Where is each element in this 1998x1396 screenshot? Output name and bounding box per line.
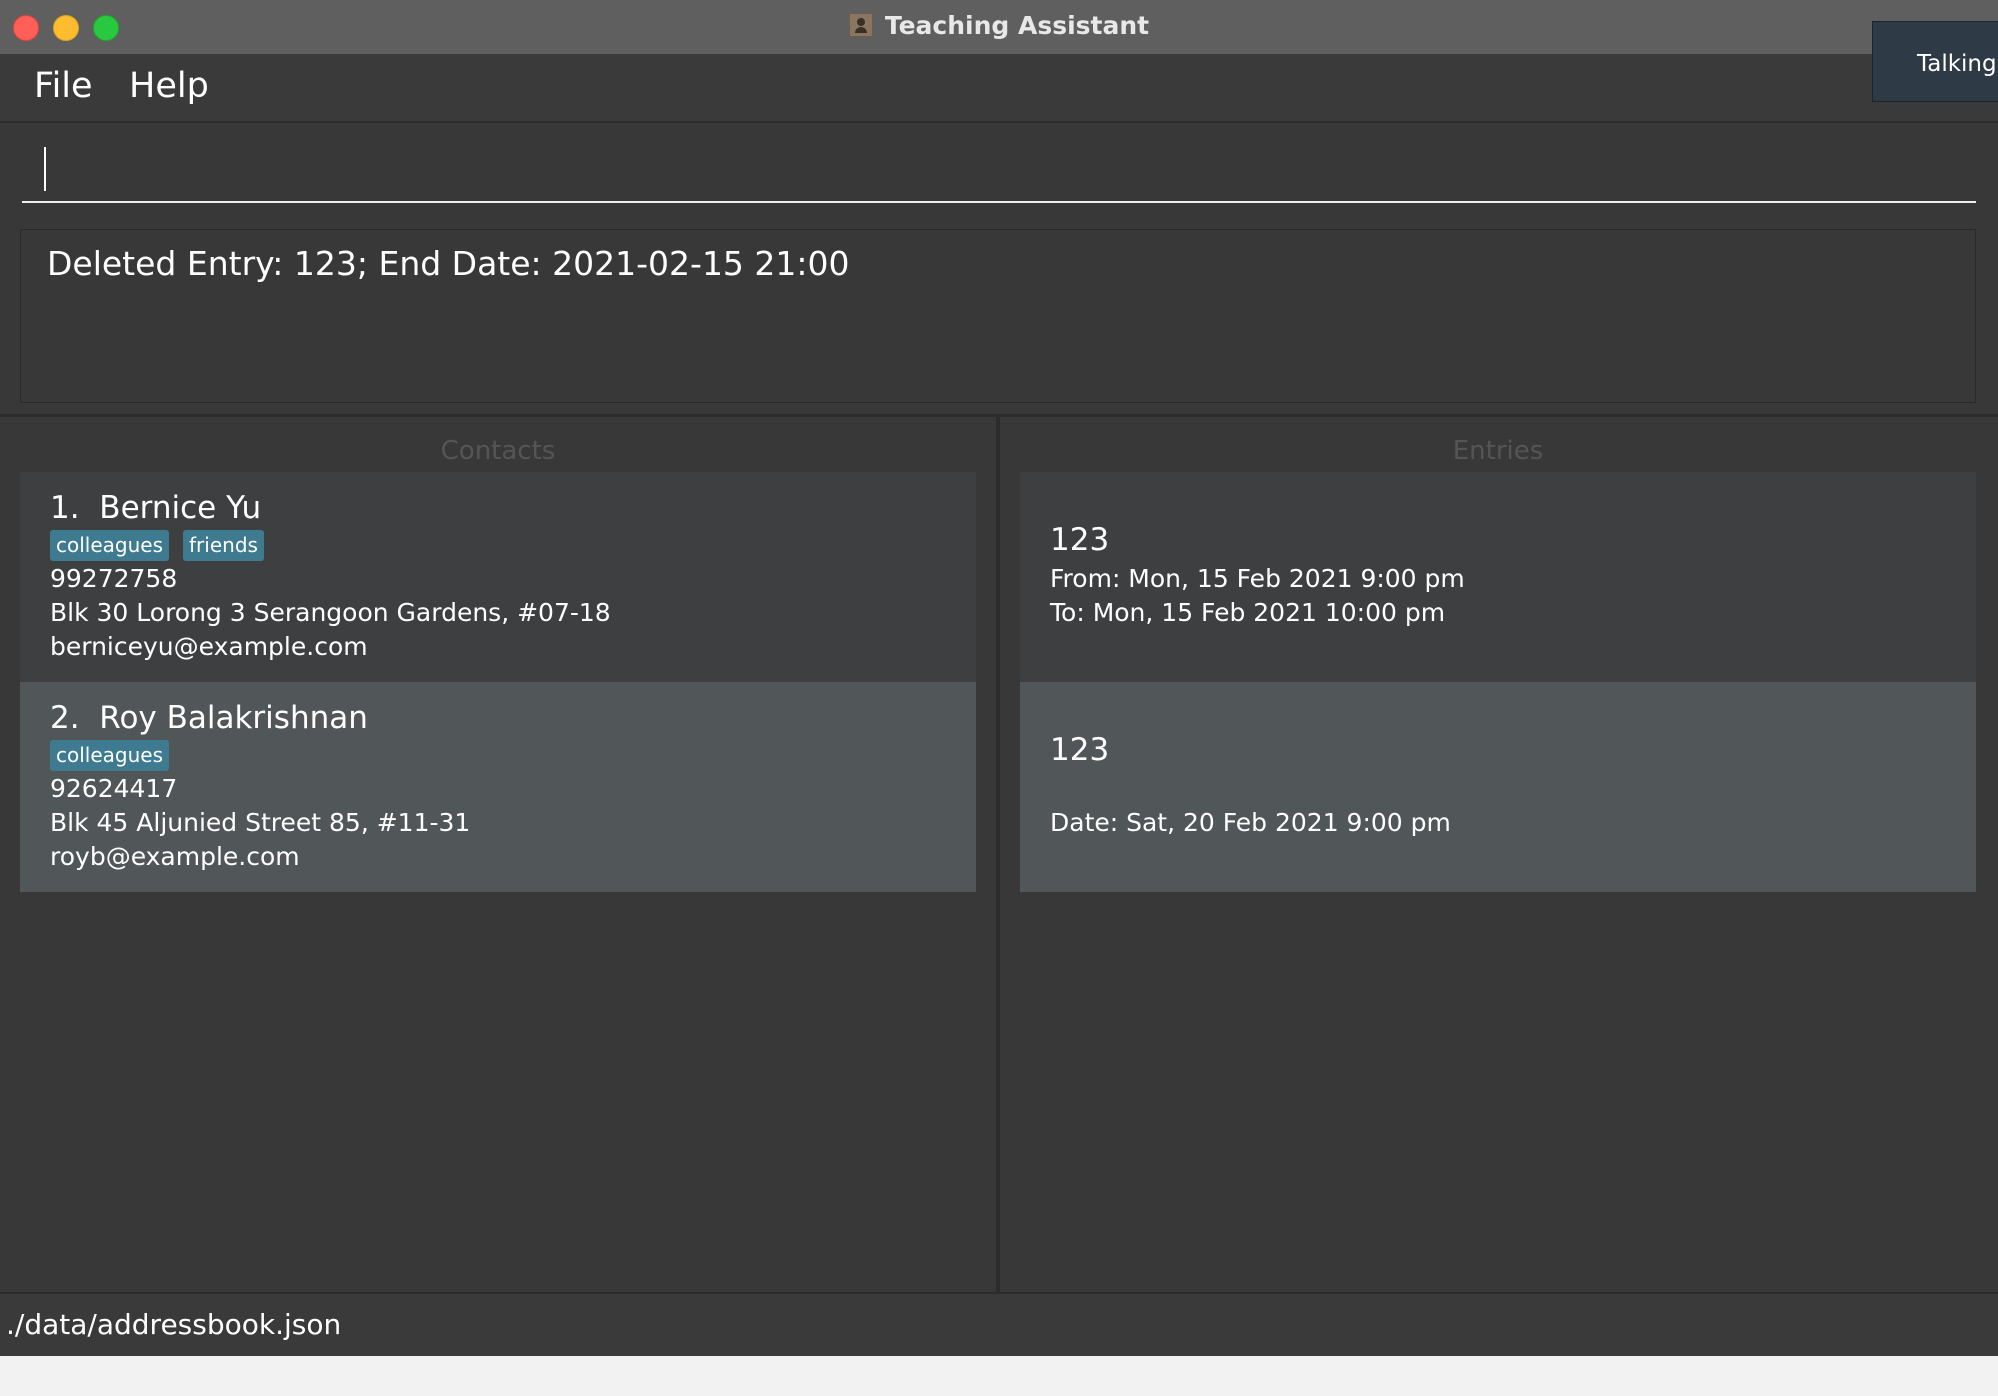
contact-email: royb@example.com xyxy=(50,842,300,871)
save-location: ./data/addressbook.json xyxy=(6,1308,342,1341)
tag-label: colleagues xyxy=(50,740,170,771)
title-bar: Teaching Assistant xyxy=(0,0,1998,55)
contact-email: berniceyu@example.com xyxy=(50,632,368,661)
menu-help[interactable]: Help xyxy=(129,66,209,106)
entry-card[interactable]: 123 Date: Sat, 20 Feb 2021 9:00 pm xyxy=(1020,682,1976,892)
command-input[interactable] xyxy=(22,123,1976,203)
result-display: Deleted Entry: 123; End Date: 2021-02-15… xyxy=(20,229,1976,403)
entry-from: From: Mon, 15 Feb 2021 9:00 pm xyxy=(1050,564,1465,593)
panel-divider[interactable] xyxy=(996,417,1000,1292)
contacts-header: Contacts xyxy=(440,436,556,466)
contact-tags: colleagues xyxy=(50,740,170,771)
status-bar: ./data/addressbook.json xyxy=(0,1292,1998,1356)
window-title: Teaching Assistant xyxy=(884,10,1150,40)
contact-card[interactable]: 2. Roy Balakrishnan colleagues 92624417 … xyxy=(20,682,976,892)
menu-bar: File Help xyxy=(0,54,1998,123)
title-area: Teaching Assistant xyxy=(0,0,1998,50)
app-window: Teaching Assistant Talking File Help Del… xyxy=(0,0,1998,1356)
app-contact-icon xyxy=(848,13,873,37)
entry-name: 123 xyxy=(1050,522,1110,558)
result-message: Deleted Entry: 123; End Date: 2021-02-15… xyxy=(47,244,850,283)
command-box xyxy=(0,123,1998,217)
entry-card[interactable]: 123 From: Mon, 15 Feb 2021 9:00 pm To: M… xyxy=(1020,472,1976,682)
menu-file[interactable]: File xyxy=(34,66,93,106)
tag-label: friends xyxy=(183,530,264,561)
contact-phone: 92624417 xyxy=(50,774,178,803)
entry-name: 123 xyxy=(1050,732,1110,768)
contact-phone: 99272758 xyxy=(50,564,178,593)
entries-header: Entries xyxy=(1452,436,1544,466)
contact-name: 1. Bernice Yu xyxy=(50,490,262,526)
notification-banner[interactable]: Talking xyxy=(1872,21,1998,102)
entry-to: To: Mon, 15 Feb 2021 10:00 pm xyxy=(1050,598,1446,627)
entry-date: Date: Sat, 20 Feb 2021 9:00 pm xyxy=(1050,808,1451,837)
contact-address: Blk 30 Lorong 3 Serangoon Gardens, #07-1… xyxy=(50,598,611,627)
contact-tags: colleagues friends xyxy=(50,530,264,561)
contact-card[interactable]: 1. Bernice Yu colleagues friends 9927275… xyxy=(20,472,976,682)
text-caret xyxy=(44,147,46,191)
contact-name: 2. Roy Balakrishnan xyxy=(50,700,368,736)
tag-label: colleagues xyxy=(50,530,170,561)
notification-text: Talking xyxy=(1917,51,1997,77)
contact-address: Blk 45 Aljunied Street 85, #11-31 xyxy=(50,808,471,837)
